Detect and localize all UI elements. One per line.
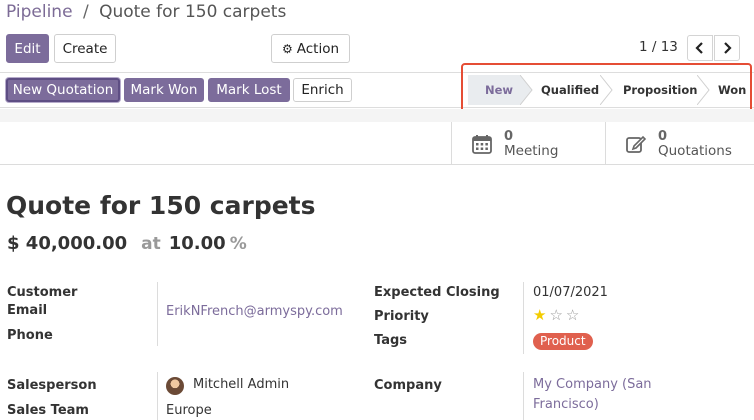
- email-label: Email: [7, 303, 48, 318]
- record-title: Quote for 150 carpets: [6, 191, 316, 220]
- field-divider: [523, 282, 524, 354]
- company-label: Company: [374, 378, 442, 393]
- chevron-right-icon: [724, 42, 732, 54]
- priority-stars[interactable]: ★☆☆: [533, 306, 582, 324]
- star-empty-icon[interactable]: ☆: [549, 306, 565, 324]
- stage-pipeline: New Qualified Proposition Won: [468, 75, 752, 105]
- smart-buttons-row: 0 Meeting 0 Quotations: [0, 122, 754, 165]
- sheet-background: [0, 109, 754, 122]
- company-field-line1[interactable]: My Company (San: [533, 377, 652, 392]
- meeting-count: 0: [504, 128, 514, 144]
- chevron-left-icon: [695, 42, 703, 54]
- breadcrumb-current: Quote for 150 carpets: [99, 2, 287, 22]
- quotations-smart-button[interactable]: 0 Quotations: [605, 122, 754, 165]
- email-field[interactable]: ErikNFrench@armyspy.com: [166, 304, 343, 319]
- mark-lost-button[interactable]: Mark Lost: [208, 78, 290, 102]
- quotations-count: 0: [658, 128, 668, 144]
- pager-next-button[interactable]: [714, 35, 740, 61]
- revenue-amount: $ 40,000.00: [7, 233, 128, 254]
- expected-revenue: $ 40,000.00 at 10.00%: [7, 233, 247, 254]
- stage-divider-icon: [697, 75, 710, 105]
- stage-qualified-label: Qualified: [541, 83, 600, 97]
- tags-label: Tags: [374, 333, 408, 348]
- star-empty-icon[interactable]: ☆: [566, 306, 582, 324]
- percent-sign: %: [229, 234, 247, 254]
- salesperson-label: Salesperson: [7, 378, 97, 393]
- salesperson-field[interactable]: Mitchell Admin: [193, 377, 289, 392]
- calendar-icon: [472, 134, 492, 154]
- pager-counter: 1 / 13: [639, 39, 678, 55]
- sales-team-label: Sales Team: [7, 403, 89, 418]
- edit-button[interactable]: Edit: [6, 34, 49, 63]
- mark-won-button[interactable]: Mark Won: [124, 78, 204, 102]
- create-button[interactable]: Create: [54, 34, 116, 63]
- stage-won[interactable]: Won: [710, 75, 752, 105]
- expected-closing-label: Expected Closing: [374, 285, 500, 300]
- breadcrumb-pipeline-link[interactable]: Pipeline: [6, 2, 73, 22]
- gear-icon: ⚙: [281, 41, 293, 56]
- expected-closing-field[interactable]: 01/07/2021: [533, 285, 608, 300]
- phone-label: Phone: [7, 328, 53, 343]
- meeting-label: Meeting: [504, 142, 559, 159]
- priority-label: Priority: [374, 309, 429, 324]
- field-divider: [157, 282, 158, 346]
- company-field-line2[interactable]: Francisco): [533, 397, 599, 412]
- meeting-smart-button[interactable]: 0 Meeting: [451, 122, 605, 165]
- stage-qualified[interactable]: Qualified: [532, 75, 608, 105]
- sales-team-field[interactable]: Europe: [166, 403, 212, 418]
- stage-proposition-label: Proposition: [623, 83, 698, 97]
- field-divider: [157, 372, 158, 420]
- breadcrumb: Pipeline / Quote for 150 carpets: [6, 2, 286, 22]
- stage-won-label: Won: [718, 83, 747, 97]
- action-label: Action: [296, 40, 340, 57]
- enrich-button[interactable]: Enrich: [293, 78, 352, 102]
- quotations-label: Quotations: [658, 142, 732, 159]
- probability-value: 10.00: [168, 233, 226, 254]
- stage-new-label: New: [485, 83, 514, 97]
- action-button[interactable]: ⚙ Action: [271, 34, 350, 63]
- stage-divider-icon: [600, 75, 613, 105]
- new-quotation-button[interactable]: New Quotation: [6, 78, 120, 102]
- edit-icon: [626, 135, 647, 153]
- customer-label: Customer: [7, 285, 78, 300]
- field-divider: [523, 372, 524, 420]
- tag-badge[interactable]: Product: [533, 333, 593, 350]
- stage-proposition[interactable]: Proposition: [614, 75, 700, 105]
- pager-previous-button[interactable]: [687, 35, 713, 61]
- avatar: [166, 377, 184, 395]
- star-filled-icon[interactable]: ★: [533, 306, 549, 324]
- breadcrumb-separator: /: [82, 2, 89, 22]
- stage-new[interactable]: New: [468, 75, 520, 105]
- revenue-at: at: [141, 234, 161, 254]
